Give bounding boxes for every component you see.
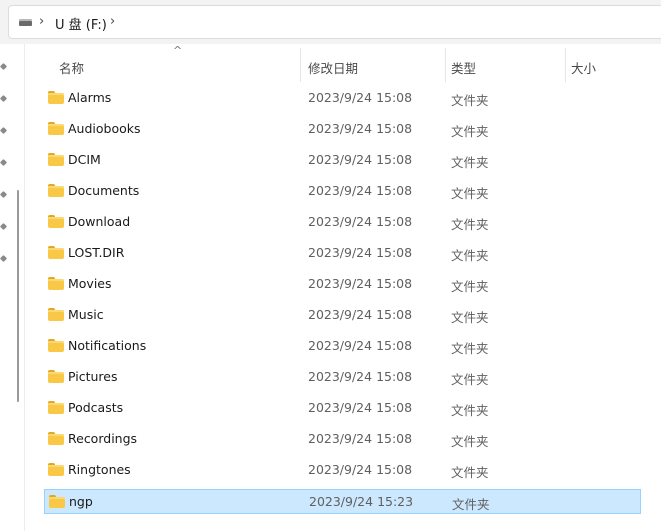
file-modified-date: 2023/9/24 15:08 xyxy=(308,276,413,291)
folder-icon xyxy=(49,495,65,508)
pin-icon xyxy=(1,224,7,229)
file-row[interactable]: Movies 2023/9/24 15:08 文件夹 xyxy=(44,272,641,297)
file-modified-date: 2023/9/24 15:08 xyxy=(308,462,413,477)
file-name: Audiobooks xyxy=(68,121,141,136)
column-header-size[interactable]: 大小 xyxy=(571,58,596,77)
file-row[interactable]: Podcasts 2023/9/24 15:08 文件夹 xyxy=(44,396,641,421)
file-row[interactable]: Audiobooks 2023/9/24 15:08 文件夹 xyxy=(44,117,641,142)
folder-icon xyxy=(48,339,64,352)
column-divider[interactable] xyxy=(445,48,446,82)
chevron-right-icon[interactable]: › xyxy=(39,14,44,29)
file-modified-date: 2023/9/24 15:08 xyxy=(308,90,413,105)
file-modified-date: 2023/9/24 15:08 xyxy=(308,369,413,384)
folder-icon xyxy=(48,370,64,383)
folder-icon xyxy=(48,122,64,135)
chevron-right-icon[interactable]: › xyxy=(110,14,115,29)
file-row[interactable]: Documents 2023/9/24 15:08 文件夹 xyxy=(44,179,641,204)
file-type: 文件夹 xyxy=(451,155,489,170)
folder-icon xyxy=(48,153,64,166)
sort-ascending-icon: ^ xyxy=(173,44,183,57)
file-type: 文件夹 xyxy=(451,310,489,325)
file-name: Alarms xyxy=(68,90,112,105)
folder-icon xyxy=(48,246,64,259)
file-name: Documents xyxy=(68,183,140,198)
file-type: 文件夹 xyxy=(451,186,489,201)
folder-icon xyxy=(48,277,64,290)
file-row[interactable]: Music 2023/9/24 15:08 文件夹 xyxy=(44,303,641,328)
navigation-scrollbar[interactable] xyxy=(17,190,19,402)
file-modified-date: 2023/9/24 15:08 xyxy=(308,214,413,229)
folder-icon xyxy=(48,184,64,197)
file-name: Recordings xyxy=(68,431,138,446)
file-name: Download xyxy=(68,214,131,229)
file-row[interactable]: Pictures 2023/9/24 15:08 文件夹 xyxy=(44,365,641,390)
file-row[interactable]: LOST.DIR 2023/9/24 15:08 文件夹 xyxy=(44,241,641,266)
file-type: 文件夹 xyxy=(451,341,489,356)
file-name: Ringtones xyxy=(68,462,131,477)
pin-icon xyxy=(1,192,7,197)
folder-icon xyxy=(48,401,64,414)
usb-drive-icon xyxy=(19,19,32,26)
pin-icon xyxy=(1,96,7,101)
file-modified-date: 2023/9/24 15:08 xyxy=(308,245,413,260)
navigation-pane xyxy=(0,44,25,531)
file-modified-date: 2023/9/24 15:08 xyxy=(308,338,413,353)
column-divider[interactable] xyxy=(565,48,566,82)
file-type: 文件夹 xyxy=(451,217,489,232)
file-row[interactable]: Notifications 2023/9/24 15:08 文件夹 xyxy=(44,334,641,359)
file-row[interactable]: Ringtones 2023/9/24 15:08 文件夹 xyxy=(44,458,641,483)
file-type: 文件夹 xyxy=(451,403,489,418)
file-type: 文件夹 xyxy=(451,279,489,294)
address-bar-area: › U 盘 (F:) › xyxy=(0,0,661,44)
folder-icon xyxy=(48,308,64,321)
file-name: Pictures xyxy=(68,369,118,384)
file-modified-date: 2023/9/24 15:08 xyxy=(308,121,413,136)
pin-icon xyxy=(1,256,7,261)
file-row[interactable]: ngp 2023/9/24 15:23 文件夹 xyxy=(44,489,641,514)
column-header-type[interactable]: 类型 xyxy=(451,58,476,77)
pin-icon xyxy=(1,64,7,69)
file-modified-date: 2023/9/24 15:08 xyxy=(308,431,413,446)
column-header-modified[interactable]: 修改日期 xyxy=(308,58,358,77)
file-row[interactable]: DCIM 2023/9/24 15:08 文件夹 xyxy=(44,148,641,173)
file-name: DCIM xyxy=(68,152,101,167)
file-name: Music xyxy=(68,307,104,322)
file-type: 文件夹 xyxy=(451,434,489,449)
pin-icon xyxy=(1,160,7,165)
folder-icon xyxy=(48,215,64,228)
file-modified-date: 2023/9/24 15:08 xyxy=(308,307,413,322)
folder-icon xyxy=(48,432,64,445)
column-divider[interactable] xyxy=(300,48,301,82)
file-modified-date: 2023/9/24 15:08 xyxy=(308,183,413,198)
file-modified-date: 2023/9/24 15:08 xyxy=(308,400,413,415)
pin-icon xyxy=(1,128,7,133)
file-name: LOST.DIR xyxy=(68,245,125,260)
file-name: Movies xyxy=(68,276,112,291)
file-name: Podcasts xyxy=(68,400,124,415)
breadcrumb-drive[interactable]: U 盘 (F:) xyxy=(55,14,107,33)
file-row[interactable]: Download 2023/9/24 15:08 文件夹 xyxy=(44,210,641,235)
file-type: 文件夹 xyxy=(452,497,490,512)
file-row[interactable]: Alarms 2023/9/24 15:08 文件夹 xyxy=(44,86,641,111)
file-type: 文件夹 xyxy=(451,124,489,139)
file-type: 文件夹 xyxy=(451,372,489,387)
column-header-row: ^ 名称 修改日期 类型 大小 xyxy=(30,44,661,82)
file-name: ngp xyxy=(69,494,93,509)
address-bar[interactable]: › U 盘 (F:) › xyxy=(8,5,661,39)
folder-icon xyxy=(48,463,64,476)
file-type: 文件夹 xyxy=(451,248,489,263)
file-type: 文件夹 xyxy=(451,465,489,480)
file-modified-date: 2023/9/24 15:08 xyxy=(308,152,413,167)
folder-icon xyxy=(48,91,64,104)
file-modified-date: 2023/9/24 15:23 xyxy=(309,494,414,509)
file-name: Notifications xyxy=(68,338,147,353)
column-header-name[interactable]: 名称 xyxy=(59,58,84,77)
file-type: 文件夹 xyxy=(451,93,489,108)
file-row[interactable]: Recordings 2023/9/24 15:08 文件夹 xyxy=(44,427,641,452)
